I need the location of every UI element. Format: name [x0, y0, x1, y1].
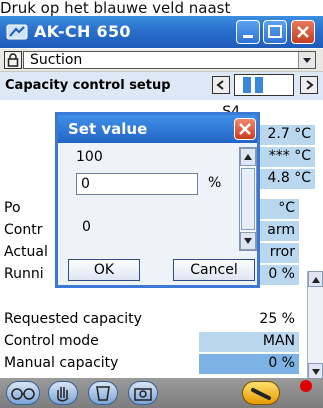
- instruction-caption: Druk op het blauwe veld naast: [0, 0, 231, 16]
- row-label: Runni: [4, 266, 44, 282]
- minimize-icon: [243, 35, 253, 38]
- section-bar: Suction: [0, 49, 323, 72]
- list-scrollbar[interactable]: [307, 271, 323, 379]
- maximize-button[interactable]: [263, 20, 287, 44]
- close-icon: [297, 26, 309, 38]
- dropdown-arrow-icon: [303, 58, 311, 63]
- service-button[interactable]: [242, 381, 280, 405]
- compressor-button[interactable]: [88, 381, 118, 405]
- section-select-value: Suction: [30, 52, 83, 68]
- value-input[interactable]: [76, 173, 198, 195]
- row-value: MAN: [262, 333, 295, 349]
- row-label: Manual capacity: [4, 355, 119, 371]
- row-label: Actual: [4, 244, 48, 260]
- scroll-down-button[interactable]: [308, 363, 323, 379]
- page-header: Capacity control setup: [0, 72, 323, 100]
- row-value: rror: [269, 244, 295, 260]
- ok-button[interactable]: OK: [68, 259, 140, 281]
- max-value-label: 100: [76, 149, 103, 165]
- maximize-icon: [268, 25, 282, 38]
- increase-button[interactable]: [240, 148, 256, 166]
- scroll-down-icon: [312, 369, 320, 375]
- dialog-title-bar: Set value: [58, 115, 257, 143]
- decrease-button[interactable]: [240, 232, 256, 250]
- row-label: Contr: [4, 222, 43, 238]
- row-value: °C: [278, 200, 295, 216]
- alarm-icon[interactable]: [300, 380, 312, 392]
- section-select[interactable]: Suction: [23, 51, 316, 69]
- glasses-icon: [11, 388, 35, 400]
- lock-button[interactable]: [4, 51, 22, 69]
- row-value: 0 %: [268, 355, 295, 371]
- lock-icon: [7, 53, 19, 67]
- dialog-close-button[interactable]: [234, 118, 256, 140]
- close-button[interactable]: [291, 20, 315, 44]
- row-value: 4.8 °C: [267, 170, 312, 186]
- scroll-down-icon: [244, 238, 252, 244]
- cancel-button[interactable]: Cancel: [173, 259, 255, 281]
- arrow-right-icon: [306, 80, 314, 90]
- compressor-icon: [96, 386, 110, 401]
- hand-icon: [57, 387, 69, 402]
- scroll-up-icon: [312, 277, 320, 283]
- camera-icon: [134, 388, 152, 401]
- slider-marker: [243, 77, 251, 93]
- scroll-up-button[interactable]: [308, 271, 323, 287]
- dialog-title: Set value: [68, 120, 148, 138]
- page-slider[interactable]: [234, 74, 294, 96]
- section-dropdown-button[interactable]: [298, 52, 315, 68]
- min-value-label: 0: [82, 219, 91, 235]
- window-title: AK-CH 650: [34, 22, 131, 41]
- slider-marker: [255, 77, 263, 93]
- value-scrollbar[interactable]: [239, 147, 257, 251]
- row-label: Requested capacity: [4, 311, 142, 327]
- row-value: 0 %: [268, 266, 295, 282]
- unit-label: %: [208, 175, 222, 191]
- manual-button[interactable]: [48, 381, 78, 405]
- row-value: arm: [267, 222, 295, 238]
- row-label: Control mode: [4, 333, 99, 349]
- value-scroll-thumb[interactable]: [241, 168, 255, 230]
- close-icon: [239, 123, 251, 135]
- row-value: *** °C: [268, 148, 311, 164]
- arrow-left-icon: [216, 80, 224, 90]
- bottom-toolbar: [0, 378, 323, 408]
- title-bar: AK-CH 650: [0, 16, 323, 48]
- minimize-button[interactable]: [236, 20, 260, 44]
- list-item[interactable]: Manual capacity 0 %: [0, 353, 315, 375]
- app-icon: [6, 24, 28, 40]
- list-item[interactable]: Control mode MAN: [0, 331, 315, 353]
- list-item: Requested capacity 25 %: [0, 309, 315, 331]
- row-value: 2.7 °C: [267, 126, 312, 142]
- scroll-up-icon: [244, 154, 252, 160]
- wrench-icon: [251, 388, 271, 400]
- page-title: Capacity control setup: [5, 78, 171, 93]
- prev-page-button[interactable]: [212, 76, 230, 94]
- row-label: Po: [4, 200, 21, 216]
- row-value: 25 %: [259, 311, 295, 327]
- set-value-dialog: Set value 100 % 0 OK Cancel: [55, 112, 260, 288]
- camera-button[interactable]: [128, 381, 158, 405]
- next-page-button[interactable]: [300, 76, 318, 94]
- view-button[interactable]: [6, 381, 40, 405]
